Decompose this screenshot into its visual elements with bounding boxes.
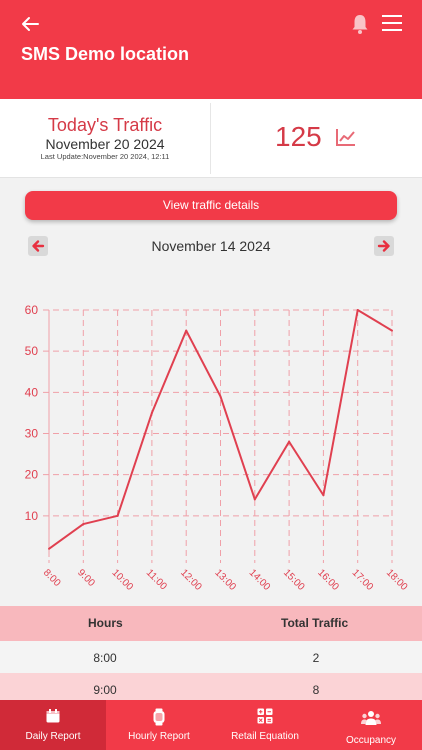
- data-point: [116, 514, 119, 517]
- traffic-count: 125: [275, 121, 322, 152]
- x-tick-label: 8:00: [41, 567, 63, 589]
- traffic-line-chart: 10 20 30 40 50 60 8:00 9:00 10:00 11:00 12:00 13:00…: [25, 303, 410, 593]
- calculator-icon: [257, 708, 273, 724]
- summary-divider: [210, 103, 211, 174]
- data-point: [82, 523, 85, 526]
- tab-label: Retail Equation: [231, 731, 299, 742]
- arrow-left-icon[interactable]: [18, 12, 42, 36]
- tab-retail-equation[interactable]: Retail Equation: [212, 700, 318, 750]
- y-tick-label: 10: [25, 509, 39, 523]
- x-tick-label: 9:00: [75, 567, 97, 589]
- traffic-summary: Today's Traffic November 20 2024 Last Up…: [0, 99, 422, 178]
- table-row: 8:00 2: [0, 641, 422, 673]
- data-point: [288, 440, 291, 443]
- bell-icon[interactable]: [350, 13, 370, 35]
- selected-date: November 14 2024: [151, 238, 271, 254]
- data-point: [150, 411, 153, 414]
- people-icon: [361, 711, 381, 725]
- x-tick-label: 18:00: [384, 567, 410, 593]
- data-point: [219, 395, 222, 398]
- cell-hour: 8:00: [93, 651, 117, 665]
- calendar-icon: [46, 709, 60, 723]
- last-update: Last Update:November 20 2024, 12:11: [40, 152, 170, 161]
- x-tick-label: 13:00: [212, 567, 238, 593]
- x-tick-label: 11:00: [144, 567, 169, 592]
- arrow-right-icon: [377, 240, 390, 252]
- data-point: [185, 329, 188, 332]
- y-tick-label: 50: [25, 344, 39, 358]
- x-tick-label: 14:00: [247, 567, 273, 593]
- page-title: SMS Demo location: [21, 44, 190, 64]
- app-header: SMS Demo location: [0, 0, 422, 99]
- y-tick-label: 60: [25, 303, 39, 317]
- data-point: [391, 329, 393, 332]
- x-tick-label: 16:00: [315, 567, 341, 593]
- data-point: [253, 498, 256, 501]
- tab-label: Hourly Report: [128, 731, 190, 742]
- cell-traffic: 8: [312, 683, 320, 697]
- x-tick-label: 15:00: [281, 567, 307, 593]
- tab-label: Daily Report: [25, 731, 81, 742]
- data-point: [322, 494, 325, 497]
- y-tick-label: 40: [25, 385, 39, 399]
- tab-occupancy[interactable]: Occupancy: [318, 700, 422, 750]
- watch-icon: [153, 708, 165, 726]
- trend-chart-icon: [336, 129, 355, 146]
- next-day-button[interactable]: [374, 236, 394, 256]
- hamburger-menu-icon[interactable]: [381, 13, 403, 33]
- tab-hourly-report[interactable]: Hourly Report: [106, 700, 212, 750]
- cell-traffic: 2: [312, 651, 320, 665]
- tab-daily-report[interactable]: Daily Report: [0, 700, 106, 750]
- view-traffic-details-button[interactable]: View traffic details: [25, 191, 397, 220]
- table-header: Hours Total Traffic: [0, 606, 422, 641]
- data-point: [356, 309, 359, 311]
- summary-title: Today's Traffic: [47, 115, 163, 135]
- bottom-tab-bar: Daily Report Hourly Report Retail Equati…: [0, 700, 422, 750]
- y-tick-label: 20: [25, 468, 39, 482]
- column-header-hours: Hours: [88, 616, 123, 630]
- column-header-total-traffic: Total Traffic: [281, 616, 349, 630]
- x-tick-label: 12:00: [178, 567, 204, 593]
- x-tick-label: 10:00: [109, 567, 135, 593]
- cell-hour: 9:00: [93, 683, 117, 697]
- data-point: [48, 547, 50, 550]
- summary-date: November 20 2024: [45, 136, 165, 152]
- y-tick-label: 30: [25, 427, 39, 441]
- tab-label: Occupancy: [345, 735, 397, 746]
- x-tick-label: 17:00: [350, 567, 376, 593]
